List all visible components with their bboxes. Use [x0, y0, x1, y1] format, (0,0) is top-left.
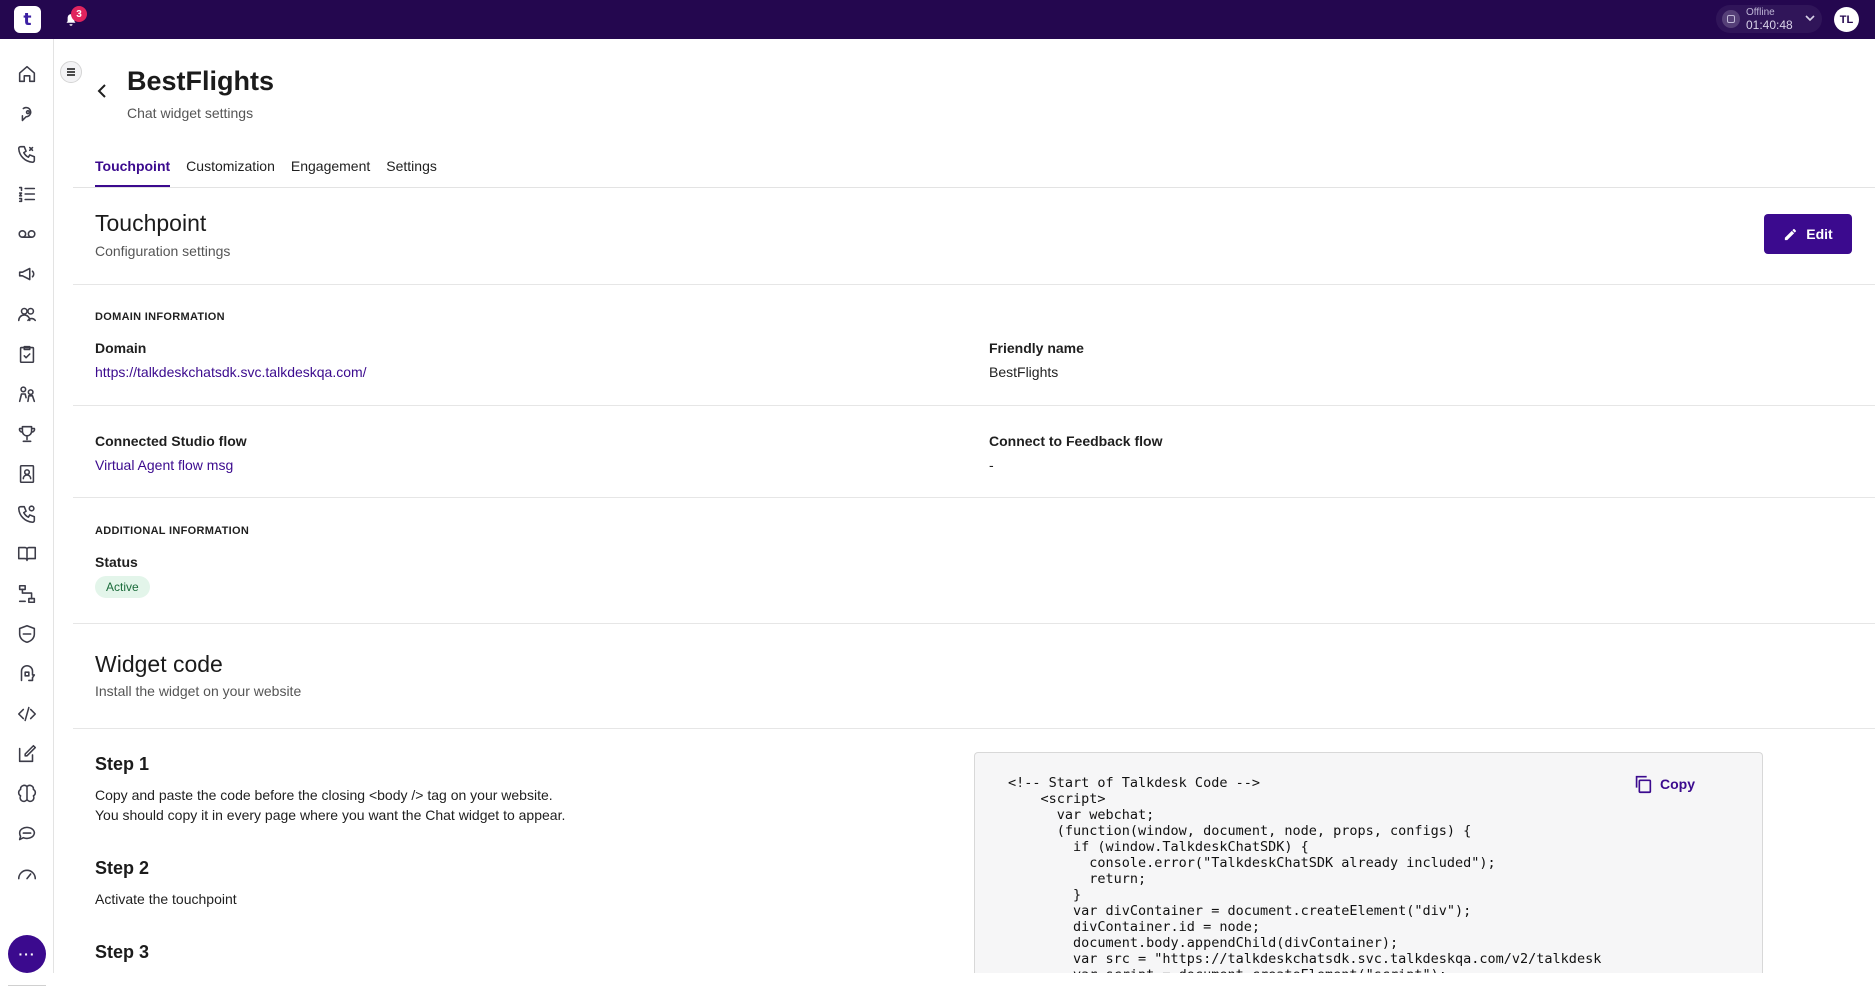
step-2-text: Activate the touchpoint [95, 891, 237, 907]
notification-badge: 3 [71, 6, 87, 22]
section-divider [73, 728, 1875, 729]
pencil-icon [1785, 228, 1797, 240]
status-icon [1722, 10, 1740, 28]
touchpoint-title: Touchpoint [95, 210, 207, 236]
lists-icon[interactable] [15, 182, 39, 206]
tab-divider [73, 187, 1875, 188]
tab-engagement[interactable]: Engagement [291, 158, 370, 188]
knowledge-icon[interactable] [15, 542, 39, 566]
copy-button[interactable]: Copy [1632, 772, 1695, 796]
edit-button-label: Edit [1806, 226, 1833, 242]
page-title: BestFlights [127, 66, 275, 96]
people-icon[interactable] [15, 382, 39, 406]
feedback-flow-label: Connect to Feedback flow [989, 433, 1163, 449]
contacts-icon[interactable] [15, 462, 39, 486]
copy-button-label: Copy [1660, 776, 1695, 792]
step-1-title: Step 1 [95, 754, 150, 774]
widget-code-title: Widget code [95, 651, 223, 677]
tasks-icon[interactable] [15, 342, 39, 366]
step-1-text-line-2: You should copy it in every page where y… [95, 807, 566, 823]
menu-icon [67, 68, 75, 76]
feedback-flow-value: - [989, 457, 994, 473]
additional-information-heading: ADDITIONAL INFORMATION [95, 525, 250, 537]
section-divider [73, 284, 1875, 285]
domain-information-heading: DOMAIN INFORMATION [95, 311, 225, 323]
domain-link[interactable]: https://talkdeskchatsdk.svc.talkdeskqa.c… [95, 364, 367, 380]
status-badge: Active [95, 576, 150, 598]
tab-customization[interactable]: Customization [186, 158, 275, 188]
calls-icon[interactable] [15, 142, 39, 166]
code-icon[interactable] [15, 702, 39, 726]
studio-flow-label: Connected Studio flow [95, 433, 247, 449]
tab-settings[interactable]: Settings [386, 158, 437, 188]
step-3-title: Step 3 [95, 942, 150, 962]
studio-flow-link[interactable]: Virtual Agent flow msg [95, 457, 233, 473]
code-snippet: <!-- Start of Talkdesk Code --> <script>… [1008, 775, 1602, 973]
friendly-name-label: Friendly name [989, 340, 1084, 356]
chat-icon[interactable] [15, 822, 39, 846]
flow-icon[interactable] [15, 582, 39, 606]
touchpoint-subtitle: Configuration settings [95, 243, 231, 259]
section-divider [73, 405, 1875, 406]
top-bar: t 3 Offline 01:40:48 TL [0, 0, 1875, 39]
voicemail-icon[interactable] [15, 222, 39, 246]
tab-touchpoint[interactable]: Touchpoint [95, 158, 171, 188]
phone-settings-icon[interactable] [15, 502, 39, 526]
section-divider [73, 623, 1875, 624]
status-label: Status [95, 554, 138, 570]
user-avatar[interactable]: TL [1834, 7, 1859, 32]
page-subtitle: Chat widget settings [127, 105, 254, 121]
talkdesk-logo[interactable]: t [14, 6, 41, 33]
section-divider [73, 497, 1875, 498]
campaigns-icon[interactable] [15, 262, 39, 286]
shield-icon[interactable] [15, 622, 39, 646]
brain-icon[interactable] [15, 782, 39, 806]
copy-icon [1635, 775, 1652, 794]
home-icon[interactable] [15, 62, 39, 86]
chevron-down-icon [1805, 15, 1815, 22]
ai-icon[interactable] [15, 662, 39, 686]
trophy-icon[interactable] [15, 422, 39, 446]
dashboard-icon[interactable] [15, 862, 39, 886]
edit-button[interactable]: Edit [1764, 214, 1852, 254]
conversations-icon[interactable] [15, 102, 39, 126]
domain-label: Domain [95, 340, 147, 356]
agent-status-dropdown[interactable]: Offline 01:40:48 [1716, 5, 1822, 33]
left-sidebar: ··· [0, 39, 54, 986]
back-arrow-icon[interactable] [94, 82, 112, 100]
team-icon[interactable] [15, 302, 39, 326]
widget-code-subtitle: Install the widget on your website [95, 683, 302, 699]
tab-bar: Touchpoint Customization Engagement Sett… [95, 158, 453, 188]
step-2-title: Step 2 [95, 858, 150, 878]
step-1-text-line-1: Copy and paste the code before the closi… [95, 787, 553, 803]
collapse-sidebar-button[interactable] [60, 61, 82, 83]
friendly-name-value: BestFlights [989, 364, 1059, 380]
edit-icon[interactable] [15, 742, 39, 766]
status-timer: 01:40:48 [1746, 18, 1793, 32]
more-apps-button[interactable]: ··· [8, 935, 46, 973]
